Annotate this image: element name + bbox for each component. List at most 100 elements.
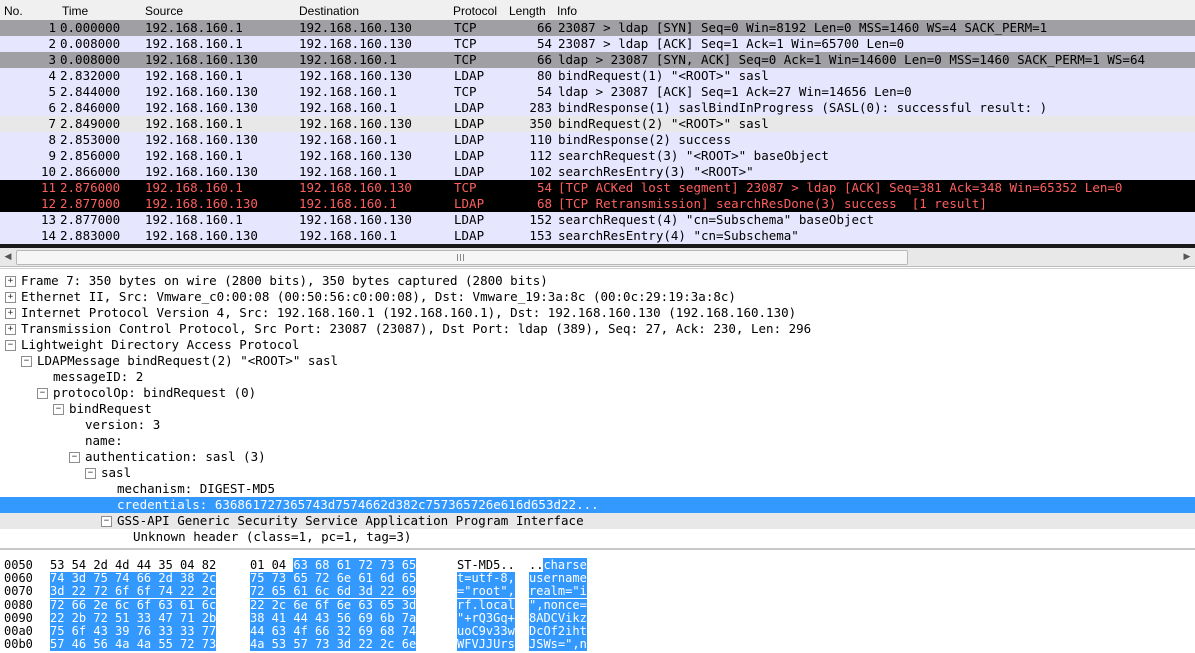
packet-time: 0.008000 <box>60 52 121 67</box>
packet-row[interactable]: 14 2.883000 192.168.160.130 192.168.160.1 LD… <box>0 228 1195 244</box>
packet-protocol: LDAP <box>454 196 485 211</box>
scrollbar-thumb[interactable] <box>16 250 908 265</box>
packet-info: [TCP ACKed lost segment] 23087 > ldap [A… <box>558 180 1123 195</box>
expand-plus-icon[interactable]: + <box>5 324 16 335</box>
packet-row[interactable]: 9 2.856000 192.168.160.1 192.168.160.130 LDA… <box>0 148 1195 164</box>
packet-number: 10 <box>40 164 56 179</box>
tree-authentication[interactable]: − authentication: sasl (3) <box>0 449 1195 465</box>
scroll-left-arrow-icon[interactable]: ◀ <box>0 249 16 265</box>
column-header-time[interactable]: Time <box>62 4 88 18</box>
ascii-bytes-1: t=utf-8, <box>457 571 515 586</box>
bytes-row[interactable]: 0080 72 66 2e 6c 6f 63 61 6c 22 2c 6e 6f 6… <box>0 598 1195 612</box>
bytes-row[interactable]: 0090 22 2b 72 51 33 47 71 2b 38 41 44 43 5… <box>0 610 1195 625</box>
packet-source: 192.168.160.130 <box>145 132 258 147</box>
tree-credentials[interactable]: credentials: 636861727365743d7574662d382… <box>0 497 1195 513</box>
byte-offset: 0090 <box>4 610 33 625</box>
packet-row[interactable]: 4 2.832000 192.168.160.1 192.168.160.130 LDA… <box>0 68 1195 84</box>
tree-item-label: Ethernet II, Src: Vmware_c0:00:08 (00:50… <box>21 289 736 304</box>
tree-name[interactable]: name: <box>0 433 1195 449</box>
packet-protocol: TCP <box>454 52 477 67</box>
bytes-row[interactable]: 0060 74 3d 75 74 66 2d 38 2c 75 73 65 72 6… <box>0 571 1195 586</box>
collapse-minus-icon[interactable]: − <box>85 468 96 479</box>
packet-info: bindRequest(1) "<ROOT>" sasl <box>558 68 769 83</box>
packet-row[interactable]: 8 2.853000 192.168.160.130 192.168.160.1 LDA… <box>0 132 1195 148</box>
packet-source: 192.168.160.130 <box>145 196 258 211</box>
tree-ldap-message[interactable]: − LDAPMessage bindRequest(2) "<ROOT>" sas… <box>0 353 1195 369</box>
ascii-bytes-2: JSWs=",n <box>529 637 587 652</box>
packet-details-pane[interactable]: + Frame 7: 350 bytes on wire (2800 bits),… <box>0 268 1195 547</box>
expand-plus-icon[interactable]: + <box>5 292 16 303</box>
packet-destination: 192.168.160.1 <box>299 84 397 99</box>
packet-list-scrollbar[interactable]: ◀ ▶ <box>0 248 1195 267</box>
packet-row[interactable]: 1 0.000000 192.168.160.1 192.168.160.130 TCP… <box>0 20 1195 36</box>
tree-ldap[interactable]: − Lightweight Directory Access Protocol <box>0 337 1195 353</box>
packet-info: searchRequest(4) "cn=Subschema" baseObje… <box>558 212 875 227</box>
packet-destination: 192.168.160.1 <box>299 52 397 67</box>
packet-source: 192.168.160.130 <box>145 100 258 115</box>
packet-time: 0.000000 <box>60 20 121 35</box>
packet-bytes-pane[interactable]: 0050 53 54 2d 4d 44 35 04 82 01 04 63 68 6… <box>0 548 1195 653</box>
packet-row[interactable]: 10 2.866000 192.168.160.130 192.168.160.1 LD… <box>0 164 1195 180</box>
tree-bind-request[interactable]: − bindRequest <box>0 401 1195 417</box>
collapse-minus-icon[interactable]: − <box>37 388 48 399</box>
tree-item-label: Frame 7: 350 bytes on wire (2800 bits), … <box>21 273 548 288</box>
bytes-row[interactable]: 00b0 57 46 56 4a 4a 55 72 73 4a 53 57 73 3… <box>0 637 1195 652</box>
packet-time: 2.856000 <box>60 148 121 163</box>
packet-row[interactable]: 13 2.877000 192.168.160.1 192.168.160.130 LD… <box>0 212 1195 228</box>
ascii-bytes-2: realm="i <box>529 584 587 599</box>
packet-length: 350 <box>529 116 552 131</box>
scroll-right-arrow-icon[interactable]: ▶ <box>1179 249 1195 265</box>
bytes-row[interactable]: 0050 53 54 2d 4d 44 35 04 82 01 04 63 68 6… <box>0 558 1195 572</box>
packet-row[interactable]: 2 0.008000 192.168.160.1 192.168.160.130 TCP… <box>0 36 1195 52</box>
column-header-length[interactable]: Length <box>509 4 546 18</box>
packet-protocol: LDAP <box>454 100 485 115</box>
scrollbar-grip <box>457 254 465 261</box>
tree-item-label: messageID: 2 <box>53 369 144 384</box>
packet-time: 2.853000 <box>60 132 121 147</box>
collapse-minus-icon[interactable]: − <box>101 516 112 527</box>
packet-row[interactable]: 3 0.008000 192.168.160.130 192.168.160.1 TCP… <box>0 52 1195 68</box>
packet-number: 9 <box>48 148 56 163</box>
column-header-source[interactable]: Source <box>145 4 183 18</box>
tree-unknown-header[interactable]: Unknown header (class=1, pc=1, tag=3) <box>0 529 1195 545</box>
packet-row[interactable]: 6 2.846000 192.168.160.130 192.168.160.1 LDA… <box>0 100 1195 116</box>
tree-gss-api[interactable]: − GSS-API Generic Security Service Applic… <box>0 513 1195 529</box>
expand-plus-icon[interactable]: + <box>5 308 16 319</box>
tree-frame[interactable]: + Frame 7: 350 bytes on wire (2800 bits),… <box>0 273 1195 289</box>
tree-tcp[interactable]: + Transmission Control Protocol, Src Port… <box>0 321 1195 337</box>
tree-message-id[interactable]: messageID: 2 <box>0 369 1195 385</box>
tree-version[interactable]: version: 3 <box>0 417 1195 433</box>
packet-row[interactable]: 11 2.876000 192.168.160.1 192.168.160.130 TC… <box>0 180 1195 196</box>
packet-source: 192.168.160.1 <box>145 36 243 51</box>
packet-source: 192.168.160.1 <box>145 116 243 131</box>
packet-source: 192.168.160.130 <box>145 84 258 99</box>
packet-number: 8 <box>48 132 56 147</box>
column-header-destination[interactable]: Destination <box>299 4 359 18</box>
tree-mechanism[interactable]: mechanism: DIGEST-MD5 <box>0 481 1195 497</box>
collapse-minus-icon[interactable]: − <box>69 452 80 463</box>
bytes-row[interactable]: 00a0 75 6f 43 39 76 33 33 77 44 63 4f 66 3… <box>0 625 1195 638</box>
packet-row[interactable]: 5 2.844000 192.168.160.130 192.168.160.1 TCP… <box>0 84 1195 100</box>
tree-protocol-op[interactable]: − protocolOp: bindRequest (0) <box>0 385 1195 401</box>
column-header-no[interactable]: No. <box>4 4 23 18</box>
packet-time: 2.849000 <box>60 116 121 131</box>
packet-length: 102 <box>529 164 552 179</box>
collapse-minus-icon[interactable]: − <box>53 404 64 415</box>
expand-plus-icon[interactable]: + <box>5 276 16 287</box>
packet-time: 2.832000 <box>60 68 121 83</box>
packet-destination: 192.168.160.1 <box>299 196 397 211</box>
collapse-minus-icon[interactable]: − <box>5 340 16 351</box>
tree-ipv4[interactable]: + Internet Protocol Version 4, Src: 192.1… <box>0 305 1195 321</box>
ascii-bytes-1: ="root", <box>457 584 515 599</box>
packet-row[interactable]: 7 2.849000 192.168.160.1 192.168.160.130 LDA… <box>0 116 1195 132</box>
packet-destination: 192.168.160.130 <box>299 116 412 131</box>
packet-info: [TCP Retransmission] searchResDone(3) su… <box>558 196 987 211</box>
tree-sasl[interactable]: − sasl <box>0 465 1195 481</box>
packet-list-pane[interactable]: No. Time Source Destination Protocol Len… <box>0 0 1195 248</box>
tree-ethernet[interactable]: + Ethernet II, Src: Vmware_c0:00:08 (00:5… <box>0 289 1195 305</box>
collapse-minus-icon[interactable]: − <box>21 356 32 367</box>
column-header-info[interactable]: Info <box>557 4 577 18</box>
bytes-row[interactable]: 0070 3d 22 72 6f 6f 74 22 2c 72 65 61 6c 6… <box>0 584 1195 599</box>
column-header-protocol[interactable]: Protocol <box>453 4 497 18</box>
packet-row[interactable]: 12 2.877000 192.168.160.130 192.168.160.1 LD… <box>0 196 1195 212</box>
